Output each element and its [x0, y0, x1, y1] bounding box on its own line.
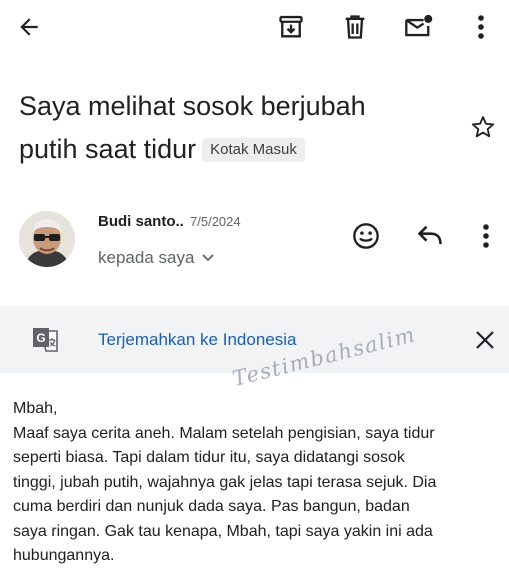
sender-avatar[interactable] [19, 211, 75, 267]
star-button[interactable] [466, 110, 500, 144]
translate-icon-wrap: G [29, 324, 61, 356]
recipient-details[interactable]: kepada saya [98, 248, 215, 268]
emoji-reaction-button[interactable] [349, 219, 383, 253]
archive-icon [279, 15, 303, 38]
body-line: Maaf saya cerita aneh. Malam setelah pen… [13, 424, 435, 442]
arrow-left-icon [20, 18, 38, 36]
star-icon [471, 116, 495, 138]
archive-button[interactable] [273, 9, 309, 45]
subject-line-2: putih saat tidur Kotak Masuk [19, 128, 439, 171]
subject-line-2-text: putih saat tidur [19, 134, 197, 164]
reply-icon [417, 225, 442, 245]
mark-unread-button[interactable] [400, 9, 438, 45]
body-line: Mbah, [13, 400, 58, 417]
google-translate-icon: G [33, 328, 58, 352]
chevron-down-icon [202, 254, 215, 262]
body-line: hubungannya. [13, 547, 115, 564]
delete-button[interactable] [337, 9, 373, 45]
smiley-icon [353, 223, 379, 249]
mail-dot-icon [405, 14, 433, 37]
avatar-photo [19, 211, 75, 267]
more-options-button[interactable] [466, 9, 496, 45]
inbox-label-chip[interactable]: Kotak Masuk [202, 138, 305, 162]
close-icon [476, 331, 494, 349]
back-button[interactable] [12, 10, 46, 44]
email-subject: Saya melihat sosok berjubah putih saat t… [19, 85, 439, 171]
sender-name: Budi santo.. [98, 213, 184, 230]
close-translate-button[interactable] [470, 325, 500, 355]
body-line: tinggi, jubah putih, wajahnya gak jelas … [13, 473, 437, 491]
more-vertical-icon [478, 15, 484, 39]
more-vertical-icon [483, 224, 489, 248]
subject-line-1: Saya melihat sosok berjubah [19, 91, 366, 121]
reply-button[interactable] [412, 219, 448, 253]
email-body: Mbah, Maaf saya cerita aneh. Malam setel… [13, 397, 499, 569]
body-line: cuma berdiri dan nunjuk dada saya. Pas b… [13, 498, 410, 515]
translate-link[interactable]: Terjemahkan ke Indonesia [98, 330, 296, 350]
body-line: seperti biasa. Tapi dalam tidur itu, say… [13, 449, 405, 466]
body-line: saya ringan. Gak tau kenapa, Mbah, tapi … [13, 522, 433, 540]
message-more-button[interactable] [472, 220, 500, 252]
recipient-label: kepada saya [98, 248, 195, 267]
trash-icon [345, 15, 365, 39]
svg-text:G: G [36, 331, 45, 345]
email-date: 7/5/2024 [190, 214, 241, 229]
sender-line[interactable]: Budi santo.. 7/5/2024 [98, 213, 241, 230]
